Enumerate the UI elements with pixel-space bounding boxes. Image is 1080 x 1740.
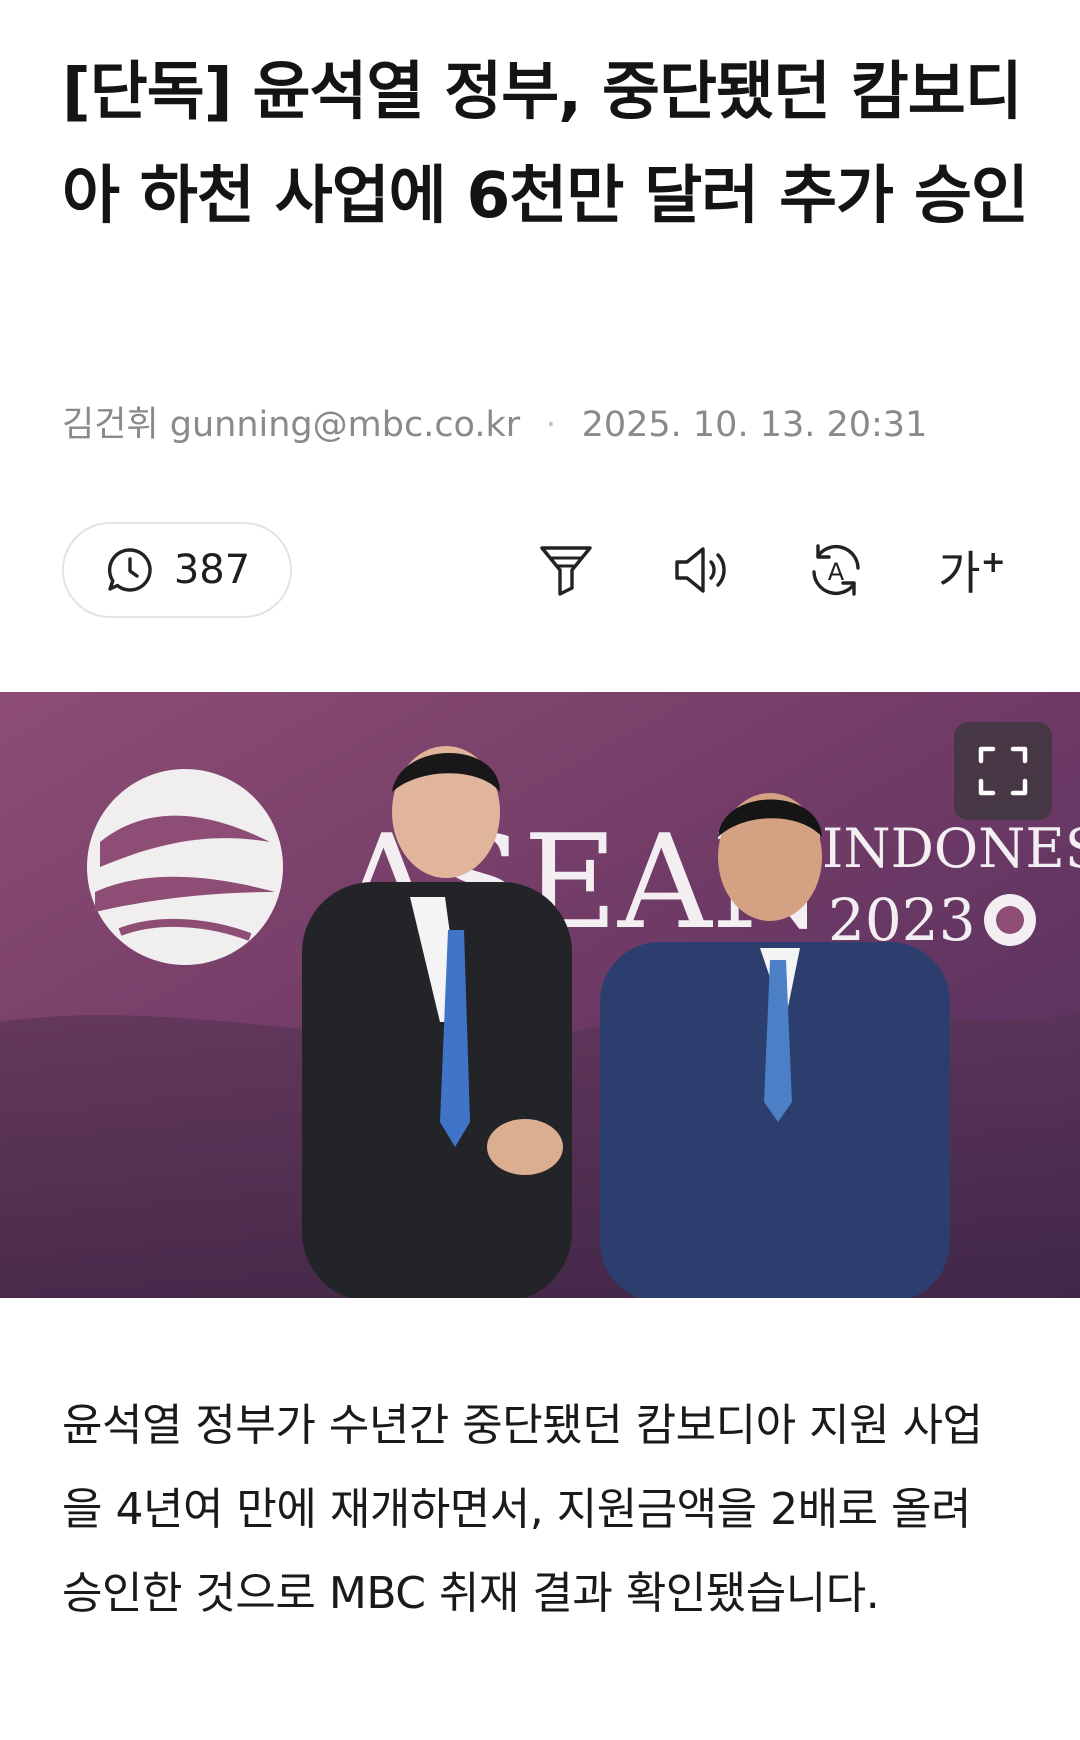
- translate-a-icon: A: [812, 544, 860, 596]
- backdrop-text-indonesia: INDONES: [822, 817, 1080, 880]
- font-size-button[interactable]: 가 +: [938, 536, 1006, 604]
- handshake: [487, 1119, 563, 1175]
- view-count-button[interactable]: 387: [62, 522, 292, 618]
- photo-scene: ASEAN INDONES 2023: [0, 692, 1080, 1298]
- fullscreen-button[interactable]: [954, 722, 1052, 820]
- font-size-plus: +: [980, 544, 1006, 580]
- fullscreen-icon: [978, 746, 1028, 796]
- filter-icon: [540, 546, 592, 596]
- publish-datetime: 2025. 10. 13. 20:31: [581, 405, 928, 445]
- byline-separator: ·: [545, 405, 557, 445]
- svg-text:A: A: [828, 558, 845, 586]
- translate-button[interactable]: A: [802, 536, 870, 604]
- filter-button[interactable]: [532, 536, 600, 604]
- byline: 김건휘 gunning@mbc.co.kr · 2025. 10. 13. 20…: [62, 396, 927, 447]
- audio-button[interactable]: [667, 536, 735, 604]
- article-toolbar: 387 A 가 +: [62, 522, 1020, 618]
- clock-bubble-icon: [107, 548, 152, 592]
- author-email[interactable]: gunning@mbc.co.kr: [170, 405, 520, 445]
- article-body: 윤석열 정부가 수년간 중단됐던 캄보디아 지원 사업을 4년여 만에 재개하면…: [62, 1400, 983, 1619]
- font-size-label: 가: [938, 546, 981, 600]
- article-headline: [단독] 윤석열 정부, 중단됐던 캄보디아 하천 사업에 6천만 달러 추가 …: [62, 55, 1029, 232]
- speaker-icon: [675, 547, 726, 593]
- view-count: 387: [173, 547, 251, 593]
- asean-logo: [87, 769, 283, 965]
- article-photo[interactable]: ASEAN INDONES 2023: [0, 692, 1080, 1298]
- author-name: 김건휘: [62, 405, 159, 445]
